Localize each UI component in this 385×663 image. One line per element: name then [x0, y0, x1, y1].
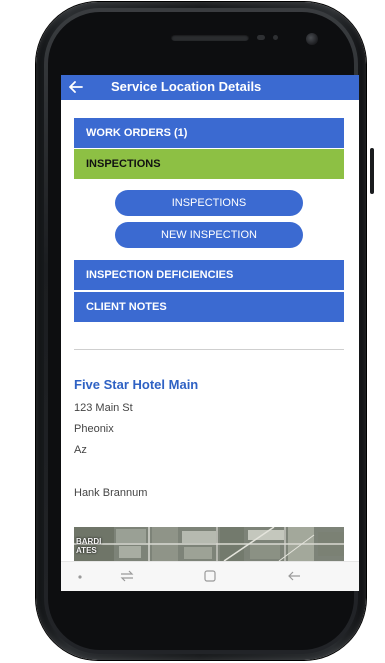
home-icon[interactable]: [203, 569, 217, 586]
work-orders-button[interactable]: WORK ORDERS (1): [74, 118, 344, 148]
back-arrow-icon[interactable]: [286, 569, 302, 586]
map-label-line2: ATES: [76, 546, 97, 555]
system-navigation-bar: [61, 561, 359, 591]
inspection-deficiencies-button[interactable]: INSPECTION DEFICIENCIES: [74, 260, 344, 290]
location-city: Pheonix: [74, 423, 114, 435]
power-key: [370, 148, 374, 194]
client-notes-button[interactable]: CLIENT NOTES: [74, 292, 344, 322]
front-camera: [306, 33, 318, 45]
recent-apps-icon[interactable]: [119, 569, 135, 586]
screenshot-stage: Service Location Details WORK ORDERS (1)…: [0, 0, 385, 663]
app-screen: Service Location Details WORK ORDERS (1)…: [61, 75, 359, 591]
earpiece-speaker: [171, 34, 249, 41]
inspections-button[interactable]: INSPECTIONS: [115, 190, 303, 216]
section-divider: [74, 349, 344, 350]
app-bar: Service Location Details: [61, 75, 359, 100]
location-contact: Hank Brannum: [74, 487, 148, 499]
location-state: Az: [74, 444, 87, 456]
map-label-line1: BARDI: [76, 537, 102, 546]
location-map[interactable]: BARDI ATES: [74, 527, 344, 561]
arrow-left-icon[interactable]: [69, 77, 91, 97]
proximity-sensor: [257, 35, 265, 40]
location-street: 123 Main St: [74, 402, 133, 414]
location-name: Five Star Hotel Main: [74, 377, 199, 392]
light-sensor: [273, 35, 278, 40]
dot-icon[interactable]: [77, 569, 83, 586]
new-inspection-button[interactable]: NEW INSPECTION: [115, 222, 303, 248]
map-place-label: BARDI ATES: [76, 537, 101, 555]
page-title: Service Location Details: [111, 79, 262, 94]
inspections-section-button[interactable]: INSPECTIONS: [74, 149, 344, 179]
